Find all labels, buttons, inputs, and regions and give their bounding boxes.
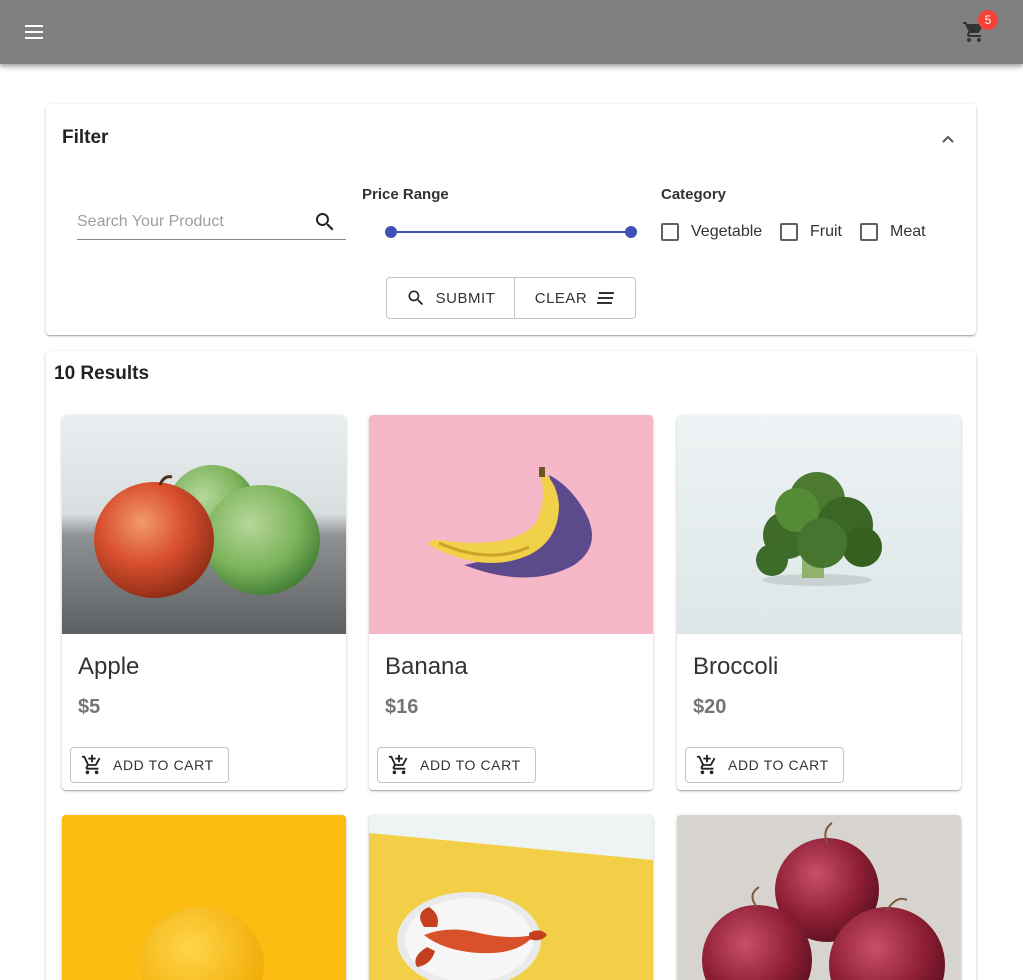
- checkbox-meat[interactable]: Meat: [860, 221, 926, 243]
- checkbox-label: Fruit: [810, 223, 842, 240]
- checkbox-box[interactable]: [860, 223, 878, 241]
- add-to-cart-button[interactable]: ADD TO CART: [70, 747, 229, 783]
- product-image-banana[interactable]: [369, 415, 653, 634]
- add-shopping-cart-icon: [388, 754, 408, 775]
- search-field: [77, 206, 346, 240]
- product-image-apple[interactable]: [62, 415, 346, 634]
- clear-button[interactable]: CLEAR: [515, 278, 635, 318]
- product-image-lemon[interactable]: [62, 815, 346, 980]
- clear-label: CLEAR: [534, 289, 588, 307]
- broccoli-image: [677, 415, 961, 634]
- checkbox-box[interactable]: [661, 223, 679, 241]
- submit-button[interactable]: SUBMIT: [387, 278, 515, 318]
- slider-track: [391, 231, 631, 233]
- checkbox-vegetable[interactable]: Vegetable: [661, 221, 762, 243]
- product-card-apple: Apple $5 ADD TO CART: [62, 415, 346, 790]
- search-icon: [316, 213, 334, 231]
- product-price: $5: [78, 696, 101, 718]
- product-image-lobster[interactable]: [369, 815, 653, 980]
- chevron-up-icon: [942, 135, 954, 143]
- checkbox-label: Vegetable: [691, 223, 763, 240]
- price-range-slider[interactable]: [385, 222, 637, 242]
- lemon-image: [62, 815, 346, 980]
- filter-panel: Filter Price Range Category Vegetable Fr…: [46, 104, 976, 335]
- product-card-broccoli: Broccoli $20 ADD TO CART: [677, 415, 961, 790]
- product-name: Apple: [78, 653, 140, 680]
- product-image-broccoli[interactable]: [677, 415, 961, 634]
- cart-count-badge: 5: [978, 10, 998, 30]
- search-icon: [408, 290, 423, 306]
- apple-image: [62, 415, 346, 634]
- product-card-lemon: [62, 815, 346, 980]
- add-to-cart-label: ADD TO CART: [728, 757, 829, 773]
- product-card-banana: Banana $16 ADD TO CART: [369, 415, 653, 790]
- product-card-onion: [677, 815, 961, 980]
- results-panel: 10 Results Apple $5 ADD TO CART Banana $…: [46, 351, 976, 980]
- product-name: Banana: [385, 653, 468, 680]
- add-shopping-cart-icon: [81, 754, 101, 775]
- product-price: $16: [385, 696, 419, 718]
- add-to-cart-label: ADD TO CART: [113, 757, 214, 773]
- banana-image: [369, 415, 653, 634]
- submit-label: SUBMIT: [435, 289, 496, 307]
- app-bar: 5: [0, 0, 1023, 64]
- category-label: Category: [661, 186, 727, 203]
- filter-title: Filter: [62, 127, 109, 148]
- add-shopping-cart-icon: [696, 754, 716, 775]
- lobster-image: [369, 815, 653, 980]
- add-to-cart-label: ADD TO CART: [420, 757, 521, 773]
- product-image-onion[interactable]: [677, 815, 961, 980]
- clear-all-icon: [597, 292, 615, 304]
- checkbox-label: Meat: [890, 223, 926, 240]
- add-to-cart-button[interactable]: ADD TO CART: [685, 747, 844, 783]
- add-to-cart-button[interactable]: ADD TO CART: [377, 747, 536, 783]
- product-card-lobster: [369, 815, 653, 980]
- collapse-filter-button[interactable]: [934, 128, 962, 152]
- checkbox-fruit[interactable]: Fruit: [780, 221, 842, 243]
- menu-icon: [25, 25, 43, 39]
- results-count: 10 Results: [54, 363, 150, 384]
- search-input[interactable]: [77, 210, 307, 234]
- slider-min-thumb[interactable]: [385, 226, 397, 238]
- menu-button[interactable]: [18, 16, 52, 48]
- cart-button[interactable]: 5: [958, 10, 998, 48]
- product-name: Broccoli: [693, 653, 779, 680]
- filter-button-group: SUBMIT CLEAR: [386, 277, 636, 319]
- product-price: $20: [693, 696, 727, 718]
- slider-max-thumb[interactable]: [625, 226, 637, 238]
- onion-image: [677, 815, 961, 980]
- checkbox-box[interactable]: [780, 223, 798, 241]
- price-range-label: Price Range: [362, 186, 449, 203]
- search-button[interactable]: [313, 210, 337, 234]
